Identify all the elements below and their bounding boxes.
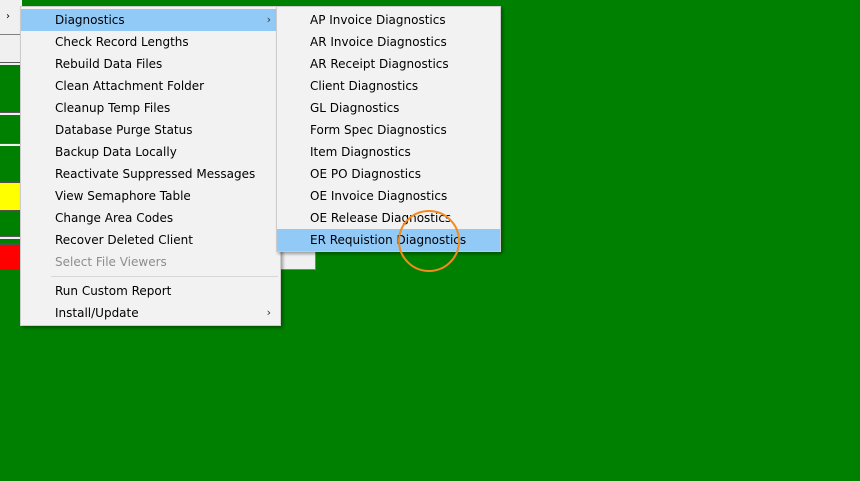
menu-item-select-file-viewers: Select File Viewers bbox=[21, 251, 280, 273]
menu-item-label: GL Diagnostics bbox=[310, 101, 400, 115]
menu-item-backup-data-locally[interactable]: Backup Data Locally bbox=[21, 141, 280, 163]
menu-item-rebuild-data-files[interactable]: Rebuild Data Files bbox=[21, 53, 280, 75]
menu-item-label: Install/Update bbox=[55, 306, 139, 320]
menu-item-label: Item Diagnostics bbox=[310, 145, 411, 159]
tools-menu: Diagnostics › Check Record Lengths Rebui… bbox=[20, 6, 281, 326]
menu-item-label: Recover Deleted Client bbox=[55, 233, 193, 247]
click-indicator-ring bbox=[398, 210, 460, 272]
menu-item-install-update[interactable]: Install/Update › bbox=[21, 302, 280, 324]
menu-item-form-spec-diagnostics[interactable]: Form Spec Diagnostics bbox=[277, 119, 500, 141]
menu-item-label: Rebuild Data Files bbox=[55, 57, 163, 71]
menu-item-label: Select File Viewers bbox=[55, 255, 167, 269]
menu-item-change-area-codes[interactable]: Change Area Codes bbox=[21, 207, 280, 229]
menu-item-oe-release-diagnostics[interactable]: OE Release Diagnostics bbox=[277, 207, 500, 229]
menu-item-oe-invoice-diagnostics[interactable]: OE Invoice Diagnostics bbox=[277, 185, 500, 207]
menu-item-label: OE PO Diagnostics bbox=[310, 167, 421, 181]
menu-item-label: Clean Attachment Folder bbox=[55, 79, 205, 93]
menu-item-label: Change Area Codes bbox=[55, 211, 174, 225]
menu-item-clean-attachment-folder[interactable]: Clean Attachment Folder bbox=[21, 75, 280, 97]
background-form-divider bbox=[0, 143, 22, 146]
menu-item-run-custom-report[interactable]: Run Custom Report bbox=[21, 280, 280, 302]
menu-item-label: Reactivate Suppressed Messages bbox=[55, 167, 256, 181]
menu-item-label: Client Diagnostics bbox=[310, 79, 419, 93]
menu-item-view-semaphore-table[interactable]: View Semaphore Table bbox=[21, 185, 280, 207]
menu-item-cleanup-temp-files[interactable]: Cleanup Temp Files bbox=[21, 97, 280, 119]
menu-item-er-requistion-diagnostics[interactable]: ER Requistion Diagnostics bbox=[277, 229, 500, 251]
menu-item-label: View Semaphore Table bbox=[55, 189, 191, 203]
menu-item-label: Backup Data Locally bbox=[55, 145, 177, 159]
background-form-field bbox=[0, 34, 22, 63]
menu-item-label: Form Spec Diagnostics bbox=[310, 123, 447, 137]
menu-item-ar-receipt-diagnostics[interactable]: AR Receipt Diagnostics bbox=[277, 53, 500, 75]
background-form-divider bbox=[0, 236, 22, 239]
menu-item-label: Run Custom Report bbox=[55, 284, 172, 298]
menu-item-label: Check Record Lengths bbox=[55, 35, 189, 49]
menu-item-label: OE Invoice Diagnostics bbox=[310, 189, 448, 203]
diagnostics-submenu: AP Invoice Diagnostics AR Invoice Diagno… bbox=[276, 6, 501, 252]
menu-item-client-diagnostics[interactable]: Client Diagnostics bbox=[277, 75, 500, 97]
menu-item-gl-diagnostics[interactable]: GL Diagnostics bbox=[277, 97, 500, 119]
background-status-red bbox=[0, 243, 22, 270]
chevron-right-icon: › bbox=[6, 11, 10, 22]
menu-item-check-record-lengths[interactable]: Check Record Lengths bbox=[21, 31, 280, 53]
menu-item-oe-po-diagnostics[interactable]: OE PO Diagnostics bbox=[277, 163, 500, 185]
background-status-yellow bbox=[0, 181, 22, 211]
chevron-right-icon: › bbox=[266, 13, 271, 26]
menu-item-reactivate-suppressed-messages[interactable]: Reactivate Suppressed Messages bbox=[21, 163, 280, 185]
background-form-divider bbox=[0, 62, 22, 65]
menu-item-label: AP Invoice Diagnostics bbox=[310, 13, 446, 27]
menu-item-diagnostics[interactable]: Diagnostics › bbox=[21, 9, 280, 31]
menu-item-database-purge-status[interactable]: Database Purge Status bbox=[21, 119, 280, 141]
menu-item-label: Cleanup Temp Files bbox=[55, 101, 171, 115]
background-form-fragment bbox=[280, 250, 316, 270]
menu-item-label: AR Invoice Diagnostics bbox=[310, 35, 447, 49]
menu-item-label: AR Receipt Diagnostics bbox=[310, 57, 449, 71]
background-form-divider bbox=[0, 112, 22, 115]
menu-separator bbox=[51, 276, 278, 277]
chevron-right-icon: › bbox=[266, 306, 271, 319]
menu-item-label: Database Purge Status bbox=[55, 123, 193, 137]
background-form-top: › bbox=[0, 0, 22, 35]
menu-item-label: Diagnostics bbox=[55, 13, 125, 27]
menu-item-item-diagnostics[interactable]: Item Diagnostics bbox=[277, 141, 500, 163]
menu-item-ar-invoice-diagnostics[interactable]: AR Invoice Diagnostics bbox=[277, 31, 500, 53]
menu-item-recover-deleted-client[interactable]: Recover Deleted Client bbox=[21, 229, 280, 251]
menu-item-ap-invoice-diagnostics[interactable]: AP Invoice Diagnostics bbox=[277, 9, 500, 31]
